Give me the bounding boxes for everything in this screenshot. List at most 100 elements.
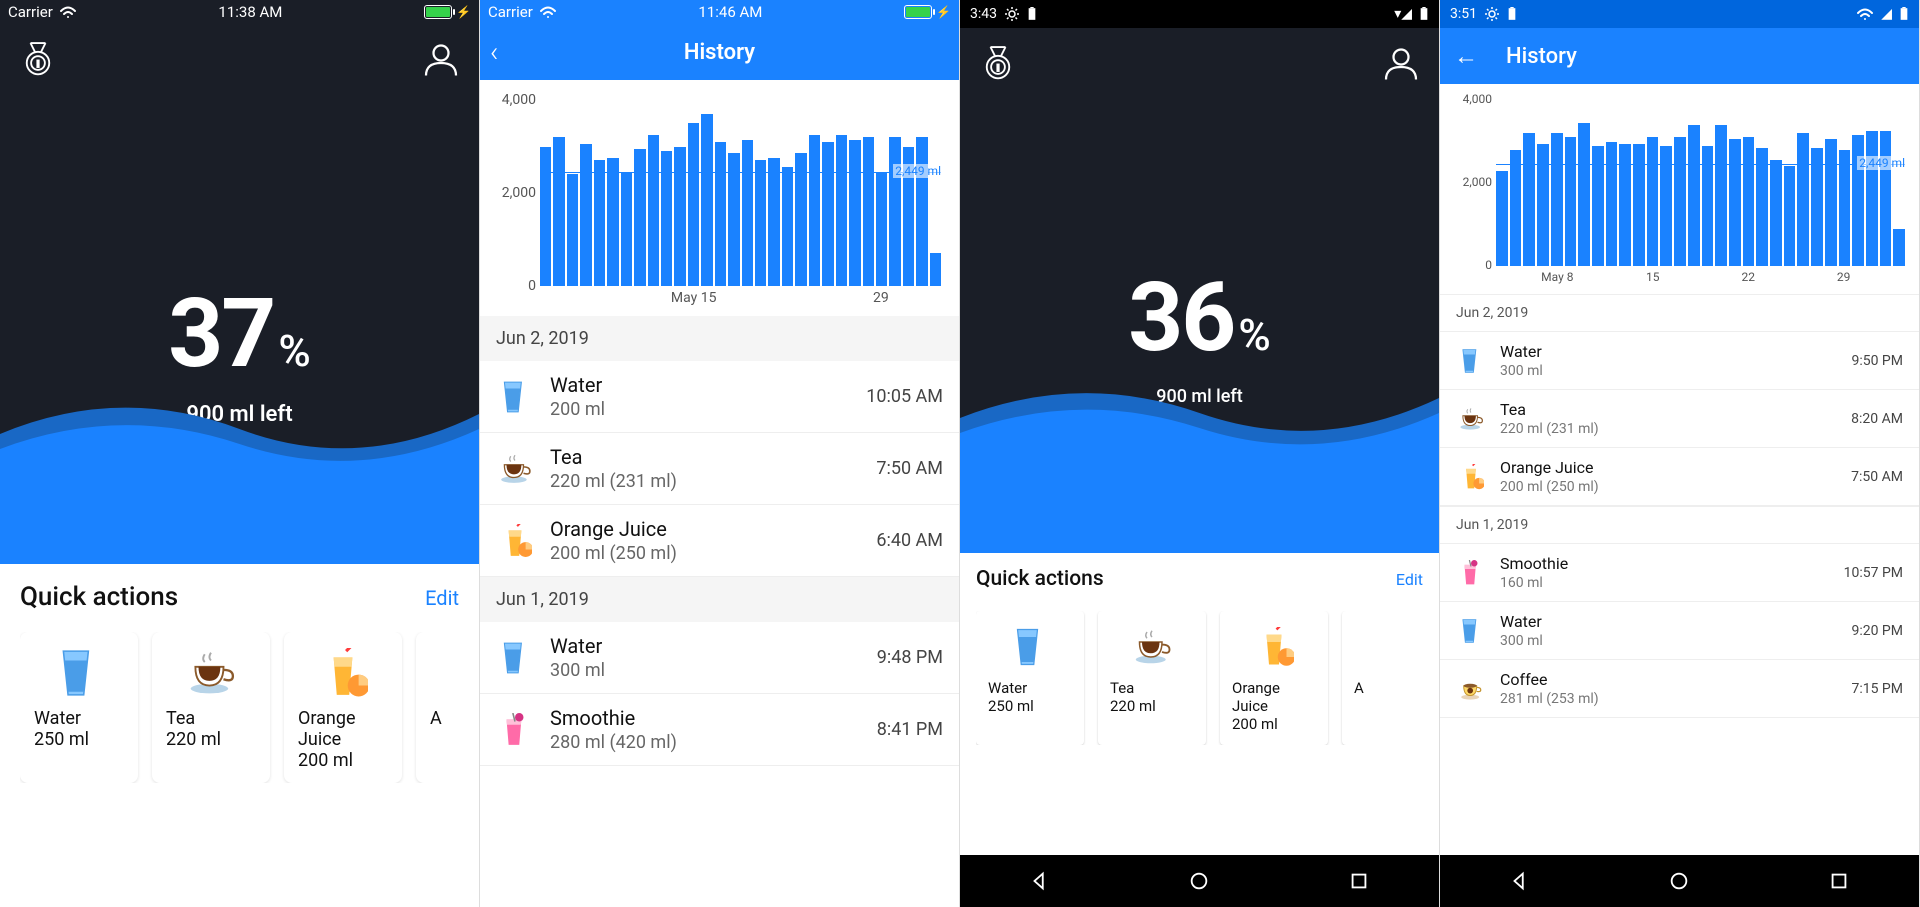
history-entry[interactable]: Orange Juice 200 ml (250 ml) 6:40 AM [480,505,959,577]
edit-button[interactable]: Edit [425,586,459,610]
history-entry[interactable]: Water 300 ml 9:50 PM [1440,332,1919,390]
entry-amount: 200 ml (250 ml) [1500,479,1851,495]
entry-amount: 220 ml (231 ml) [550,471,876,492]
nav-back-button[interactable] [1509,870,1531,892]
drink-name: Water [988,679,1072,697]
chart-bar [930,253,941,286]
entry-amount: 300 ml [550,660,877,681]
goal-label: 2,449 ml [1857,156,1907,170]
tea-icon [498,452,532,486]
history-entry[interactable]: Water 300 ml 9:48 PM [480,622,959,694]
battery-icon [424,5,452,19]
y-tick-label: 2,000 [1463,175,1492,189]
quick-action-card[interactable]: Tea 220 ml [152,632,270,783]
history-entry[interactable]: Water 200 ml 10:05 AM [480,361,959,433]
gear-icon [1004,6,1020,22]
tea-icon [1458,406,1484,432]
profile-icon[interactable] [1381,42,1421,82]
carrier-label: Carrier [8,3,53,21]
history-entry[interactable]: Tea 220 ml (231 ml) 8:20 AM [1440,390,1919,448]
x-tick-label: 22 [1741,270,1755,284]
clock: 3:51 [1450,6,1477,22]
screen-1-ios-dashboard: Carrier 11:38 AM ⚡ 37% 900 ml left Quick… [0,0,480,907]
chart-bar [540,147,551,287]
nav-back-button[interactable] [1029,870,1051,892]
screen-2-ios-history: Carrier 11:46 AM ⚡ ‹ History 02,0004,000… [480,0,960,907]
percent-value: 36 [1128,262,1234,374]
quick-action-card[interactable]: A [416,632,459,783]
carrier-label: Carrier [488,3,533,21]
profile-icon[interactable] [421,38,461,78]
battery-icon [904,5,932,19]
chart-plot [540,100,941,286]
wifi-icon [1856,7,1874,21]
history-chart[interactable]: 02,0004,0002,449 mlMay 8152229 [1446,92,1913,292]
chart-bar [836,135,847,286]
quick-action-card[interactable]: Water 250 ml [976,611,1084,745]
entry-name: Orange Juice [1500,458,1851,477]
quick-action-card[interactable]: Orange Juice 200 ml [1220,611,1328,745]
entry-amount: 280 ml (420 ml) [550,732,877,753]
nav-home-button[interactable] [1188,870,1210,892]
entry-name: Smoothie [1500,554,1844,573]
x-axis: May 1529 [540,290,941,312]
history-entry[interactable]: Water 300 ml 9:20 PM [1440,602,1919,660]
entry-time: 8:41 PM [877,719,943,740]
coffee-icon [1458,676,1484,702]
entry-time: 9:48 PM [877,647,943,668]
history-entry[interactable]: Tea 220 ml (231 ml) 7:50 AM [480,433,959,505]
medal-icon[interactable] [978,42,1018,82]
history-entry[interactable]: Smoothie 280 ml (420 ml) 8:41 PM [480,694,959,766]
status-bar: Carrier 11:46 AM ⚡ [480,0,959,24]
quick-action-card[interactable]: A [1342,611,1423,745]
y-tick-label: 4,000 [1463,92,1492,106]
gear-icon [1484,6,1500,22]
chart-bar [1811,148,1823,266]
quick-action-card[interactable]: Orange Juice 200 ml [284,632,402,783]
tea-icon [1132,627,1172,667]
chart-bar [795,153,806,286]
chart-bar [1784,166,1796,266]
clock: 11:38 AM [218,3,282,21]
quick-action-card[interactable]: Water 250 ml [20,632,138,783]
quick-action-card[interactable]: Tea 220 ml [1098,611,1206,745]
chart-bar [863,137,874,286]
quick-actions-title: Quick actions [20,582,178,612]
battery-icon [1899,7,1909,21]
nav-recents-button[interactable] [1348,870,1370,892]
edit-button[interactable]: Edit [1396,570,1423,589]
medal-icon[interactable] [18,38,58,78]
nav-home-button[interactable] [1668,870,1690,892]
percent-symbol: % [278,325,310,377]
orange-icon [318,648,368,698]
entry-amount: 160 ml [1500,575,1844,591]
history-entry[interactable]: Coffee 281 ml (253 ml) 7:15 PM [1440,660,1919,718]
back-button[interactable]: ← [1454,42,1478,71]
chart-bar [1756,148,1768,266]
entry-amount: 300 ml [1500,633,1851,649]
entry-amount: 300 ml [1500,363,1851,379]
entry-name: Smoothie [550,706,877,730]
history-chart-area: 02,0004,0002,449 mlMay 8152229 [1440,84,1919,294]
chart-bar [648,135,659,286]
history-entry[interactable]: Orange Juice 200 ml (250 ml) 7:50 AM [1440,448,1919,506]
clock: 11:46 AM [698,3,762,21]
nav-recents-button[interactable] [1828,870,1850,892]
water-icon [498,380,532,414]
chart-bar [1715,125,1727,266]
y-tick-label: 2,000 [502,185,536,201]
quick-actions-title: Quick actions [976,567,1104,591]
chart-bar [755,160,766,286]
history-chart-area: 02,0004,0002,449 mlMay 1529 [480,80,959,316]
history-entry[interactable]: Smoothie 160 ml 10:57 PM [1440,544,1919,602]
history-chart[interactable]: 02,0004,0002,449 mlMay 1529 [490,92,949,312]
dashboard-hero: 37% 900 ml left [0,24,479,564]
entry-amount: 281 ml (253 ml) [1500,691,1851,707]
chart-bar [822,142,833,286]
screen-4-android-history: 3:51 ◢ ← History 02,0004,0002,449 mlMay … [1440,0,1920,907]
chart-bar [1523,133,1535,266]
dashboard-hero: 36% 900 ml left [960,28,1439,553]
entry-name: Tea [1500,400,1851,419]
back-button[interactable]: ‹ [490,36,498,69]
drink-name: A [1354,679,1423,697]
